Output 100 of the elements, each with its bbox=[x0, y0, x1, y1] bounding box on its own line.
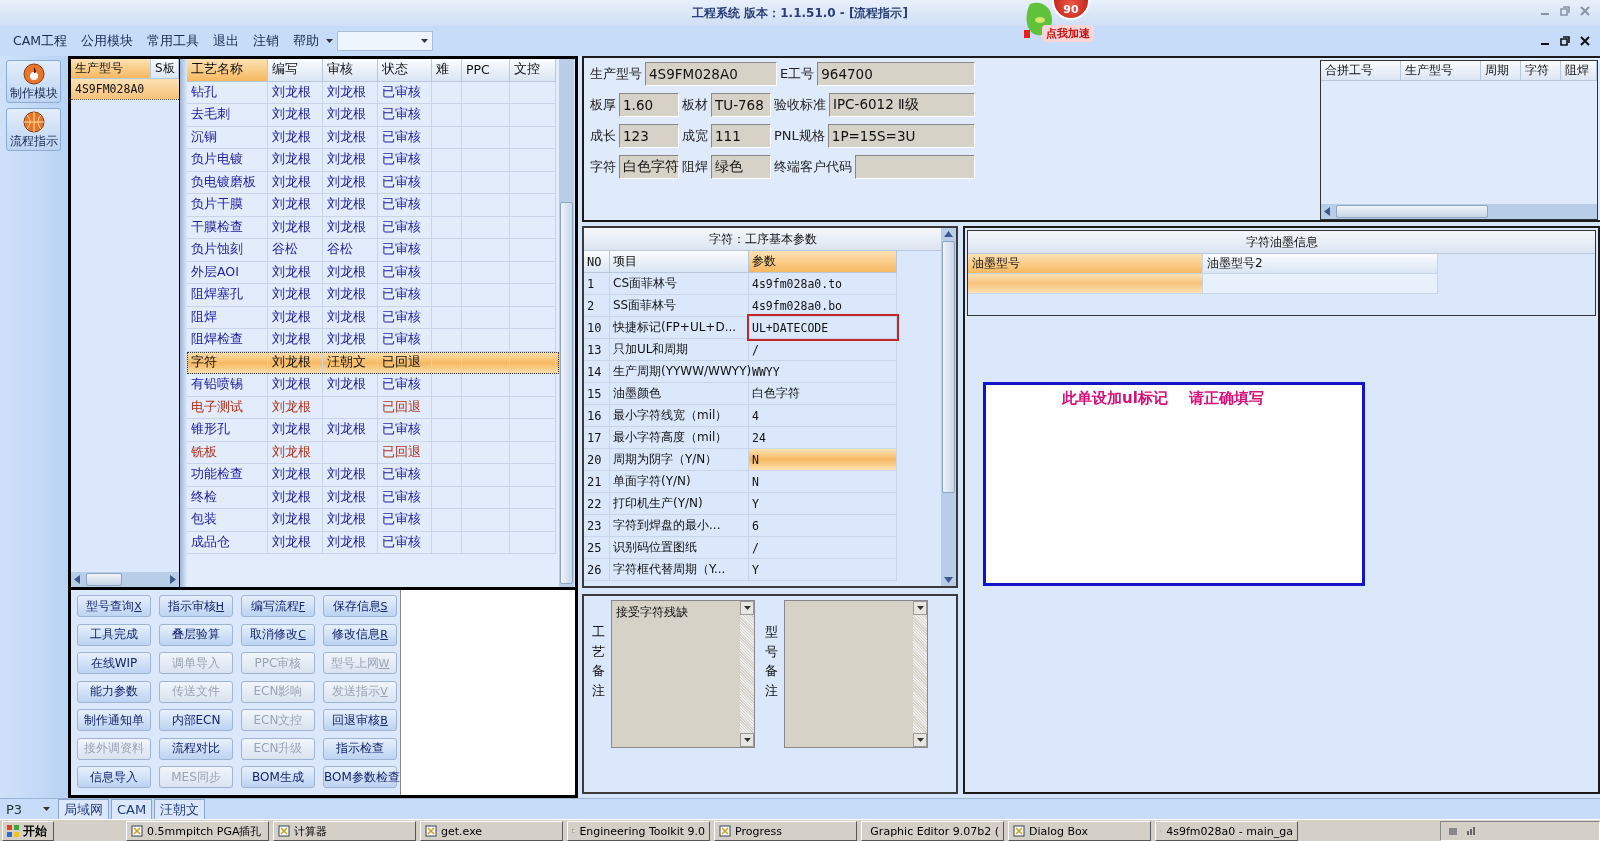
scrollbar[interactable] bbox=[71, 572, 179, 587]
table-cell[interactable]: / bbox=[749, 339, 897, 361]
nav-button[interactable]: 流程指示 bbox=[6, 108, 61, 151]
table-row[interactable]: 负电镀磨板 刘龙根 刘龙根 已审核 bbox=[187, 171, 559, 194]
close-icon[interactable] bbox=[1580, 36, 1590, 46]
table-cell[interactable]: 4 bbox=[749, 405, 897, 427]
scrollbar[interactable] bbox=[1321, 204, 1597, 219]
taskbar-button[interactable]: Progress bbox=[714, 821, 857, 841]
table-cell[interactable]: / bbox=[749, 537, 897, 559]
dropdown-field[interactable] bbox=[337, 31, 434, 51]
column-header[interactable]: PPC bbox=[462, 59, 510, 82]
table-cell[interactable]: N bbox=[749, 471, 897, 493]
text-field[interactable]: 4S9FM028A0 bbox=[645, 62, 777, 86]
table-row[interactable]: 负片干膜 刘龙根 刘龙根 已审核 bbox=[187, 194, 559, 217]
action-button[interactable]: 编写流程F bbox=[241, 595, 315, 617]
text-field[interactable]: 1P=15S=3U bbox=[827, 124, 975, 148]
action-button[interactable]: 型号查询X bbox=[77, 595, 151, 617]
column-header[interactable]: 周期 bbox=[1481, 61, 1521, 81]
column-header[interactable]: 参数 bbox=[749, 251, 897, 273]
start-button[interactable]: 开始 bbox=[2, 821, 54, 841]
splitter[interactable] bbox=[179, 59, 187, 587]
action-button[interactable]: 流程对比 bbox=[159, 737, 233, 760]
action-button[interactable]: 工具完成 bbox=[77, 623, 151, 646]
text-field[interactable]: IPC-6012 Ⅱ级 bbox=[829, 93, 975, 117]
speed-label[interactable]: 点我加速 bbox=[1042, 25, 1094, 42]
menu-item[interactable]: 注销 bbox=[246, 32, 287, 50]
table-row[interactable]: 沉铜 刘龙根 刘龙根 已审核 bbox=[187, 126, 559, 149]
down-arrow-icon[interactable] bbox=[944, 577, 953, 583]
menu-item[interactable]: 退出 bbox=[206, 32, 247, 50]
column-header[interactable]: 文控 bbox=[510, 59, 556, 82]
taskbar-button[interactable]: Engineering Toolkit 9.0 bbox=[567, 821, 710, 841]
table-row[interactable]: 去毛刺 刘龙根 刘龙根 已审核 bbox=[187, 104, 559, 127]
tray-icon[interactable] bbox=[1447, 825, 1459, 837]
text-field[interactable]: 964700 bbox=[817, 62, 975, 86]
text-field[interactable]: 111 bbox=[711, 124, 771, 148]
column-header[interactable]: 编写 bbox=[268, 59, 323, 82]
tab[interactable]: 汪朝文 bbox=[154, 799, 206, 819]
table-cell[interactable]: 6 bbox=[749, 515, 897, 537]
column-header[interactable]: 合拼工号 bbox=[1321, 61, 1401, 81]
remark-field[interactable]: 接受字符残缺 bbox=[611, 600, 755, 748]
text-field[interactable]: 1.60 bbox=[619, 93, 679, 117]
taskbar-button[interactable]: Dialog Box bbox=[1008, 821, 1151, 841]
scrollbar[interactable] bbox=[740, 601, 754, 747]
table-cell[interactable]: N bbox=[749, 449, 897, 471]
column-header[interactable]: 阻焊 bbox=[1561, 61, 1597, 81]
table-cell[interactable]: 白色字符 bbox=[749, 383, 897, 405]
table-row[interactable]: 有铅喷锡 刘龙根 刘龙根 已审核 bbox=[187, 374, 559, 397]
table-row[interactable]: 字符 刘龙根 汪朝文 已回退 bbox=[187, 351, 559, 374]
action-button[interactable]: 在线WIP bbox=[77, 652, 151, 674]
column-header[interactable]: 生产型号 bbox=[71, 59, 151, 79]
column-header[interactable]: 油墨型号 bbox=[968, 254, 1203, 274]
action-button[interactable]: 能力参数 bbox=[77, 680, 151, 703]
table-cell[interactable]: 4s9fm028a0.bo bbox=[749, 295, 897, 317]
system-tray[interactable] bbox=[1440, 821, 1600, 841]
remark-field[interactable] bbox=[784, 600, 928, 748]
column-header[interactable]: 工艺名称 bbox=[187, 59, 268, 82]
action-button[interactable]: 信息导入 bbox=[77, 766, 151, 788]
menu-item[interactable]: 常用工具 bbox=[140, 32, 207, 50]
table-cell[interactable]: WWYY bbox=[749, 361, 897, 383]
scrollbar[interactable] bbox=[559, 59, 574, 587]
table-row[interactable]: 锥形孔 刘龙根 刘龙根 已审核 bbox=[187, 419, 559, 442]
action-button[interactable]: 指示检查 bbox=[323, 737, 397, 760]
table-row[interactable]: 负片电镀 刘龙根 刘龙根 已审核 bbox=[187, 149, 559, 172]
column-header[interactable]: 难 bbox=[432, 59, 462, 82]
table-row[interactable]: 功能检查 刘龙根 刘龙根 已审核 bbox=[187, 464, 559, 487]
text-field[interactable]: TU-768 bbox=[711, 93, 771, 117]
list-item[interactable]: 4S9FM028A0 bbox=[71, 79, 179, 100]
column-header[interactable]: 字符 bbox=[1521, 61, 1561, 81]
action-button[interactable]: 叠层验算 bbox=[159, 623, 233, 646]
left-arrow-icon[interactable] bbox=[1324, 207, 1330, 216]
scrollbar[interactable] bbox=[913, 601, 927, 747]
right-arrow-icon[interactable] bbox=[170, 575, 176, 584]
taskbar-button[interactable]: 0.5mmpitch PGA插孔 bbox=[126, 821, 269, 841]
taskbar-button[interactable]: Graphic Editor 9.07b2 ( bbox=[861, 821, 1004, 841]
table-row[interactable]: 负片蚀刻 谷松 谷松 已审核 bbox=[187, 239, 559, 262]
table-cell[interactable]: 4s9fm028a0.to bbox=[749, 273, 897, 295]
table-row[interactable]: 包装 刘龙根 刘龙根 已审核 bbox=[187, 509, 559, 532]
up-arrow-icon[interactable] bbox=[944, 231, 953, 237]
table-row[interactable]: 电子测试 刘龙根 已回退 bbox=[187, 396, 559, 419]
action-button[interactable]: 指示审核H bbox=[159, 595, 233, 617]
signal-icon[interactable] bbox=[1465, 825, 1477, 837]
taskbar-button[interactable]: 4s9fm028a0 - main_ga bbox=[1155, 821, 1298, 841]
text-field[interactable]: 白色字符 bbox=[619, 155, 679, 179]
text-field[interactable]: 123 bbox=[619, 124, 679, 148]
table-row[interactable]: 终检 刘龙根 刘龙根 已审核 bbox=[187, 486, 559, 509]
table-cell[interactable]: UL+DATECODE bbox=[749, 317, 897, 339]
action-button[interactable]: 修改信息R bbox=[323, 623, 397, 646]
table-row[interactable]: 阻焊 刘龙根 刘龙根 已审核 bbox=[187, 306, 559, 329]
action-button[interactable]: 保存信息S bbox=[323, 595, 397, 617]
column-header[interactable]: 生产型号 bbox=[1401, 61, 1481, 81]
action-button[interactable]: 回退审核B bbox=[323, 709, 397, 731]
table-row[interactable]: 铣板 刘龙根 已回退 bbox=[187, 441, 559, 464]
tab[interactable]: CAM bbox=[111, 799, 153, 819]
action-button[interactable]: 取消修改C bbox=[241, 623, 315, 646]
page-selector[interactable]: P3 bbox=[0, 799, 56, 819]
table-row[interactable]: 外层AOI 刘龙根 刘龙根 已审核 bbox=[187, 261, 559, 284]
text-field[interactable]: 绿色 bbox=[711, 155, 771, 179]
table-cell[interactable]: Y bbox=[749, 559, 897, 581]
left-arrow-icon[interactable] bbox=[74, 575, 80, 584]
table-cell[interactable]: Y bbox=[749, 493, 897, 515]
